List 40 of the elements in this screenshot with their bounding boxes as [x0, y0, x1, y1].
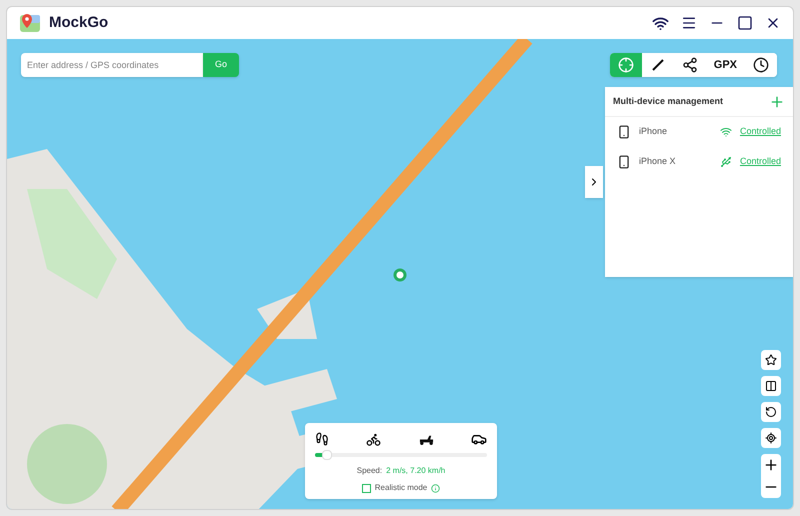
- wifi-icon[interactable]: [652, 14, 669, 32]
- phone-icon: [617, 124, 631, 140]
- usb-icon: [720, 156, 732, 168]
- info-icon[interactable]: [431, 484, 440, 492]
- phone-icon: [617, 154, 631, 170]
- speed-label: Speed:: [356, 465, 382, 477]
- layout-button[interactable]: [761, 376, 781, 396]
- address-input-field[interactable]: Enter address / GPS coordinates: [21, 53, 203, 77]
- walking-icon[interactable]: [315, 432, 329, 446]
- add-icon[interactable]: [769, 94, 785, 110]
- speed-value: 2 m/s, 7.20 km/h: [386, 465, 446, 477]
- realistic-mode-label: Realistic mode: [374, 482, 428, 494]
- gpx-tool-button[interactable]: GPX: [706, 53, 745, 77]
- go-button[interactable]: Go: [203, 53, 239, 77]
- bicycle-icon[interactable]: [366, 432, 382, 446]
- share-icon: [682, 57, 698, 73]
- zoom-in-icon[interactable]: [763, 457, 779, 473]
- device-name: iPhone X: [639, 155, 676, 168]
- map-pin-logo-icon: [19, 12, 41, 34]
- rotate-icon: [765, 406, 777, 418]
- reset-button[interactable]: [761, 402, 781, 422]
- menu-icon[interactable]: [681, 15, 697, 31]
- maximize-icon[interactable]: [737, 15, 753, 31]
- panels-icon: [765, 380, 777, 392]
- clock-icon: [753, 57, 769, 73]
- star-icon: [765, 354, 777, 366]
- map-tool-button[interactable]: [642, 53, 674, 77]
- controlled-link[interactable]: Controlled: [740, 125, 781, 139]
- favorite-button[interactable]: [761, 350, 781, 370]
- panel-title: Multi-device management: [613, 94, 724, 108]
- locate-icon: [765, 432, 777, 444]
- realistic-mode-checkbox[interactable]: [362, 484, 371, 492]
- slider-thumb[interactable]: [322, 450, 332, 460]
- device-name: iPhone: [639, 125, 668, 138]
- map-tool-button[interactable]: [745, 53, 777, 77]
- crosshair-icon: [618, 57, 634, 73]
- controlled-link[interactable]: Controlled: [740, 155, 781, 169]
- line-icon: [650, 57, 666, 73]
- app-title: MockGo: [49, 12, 108, 33]
- locate-button[interactable]: [761, 428, 781, 448]
